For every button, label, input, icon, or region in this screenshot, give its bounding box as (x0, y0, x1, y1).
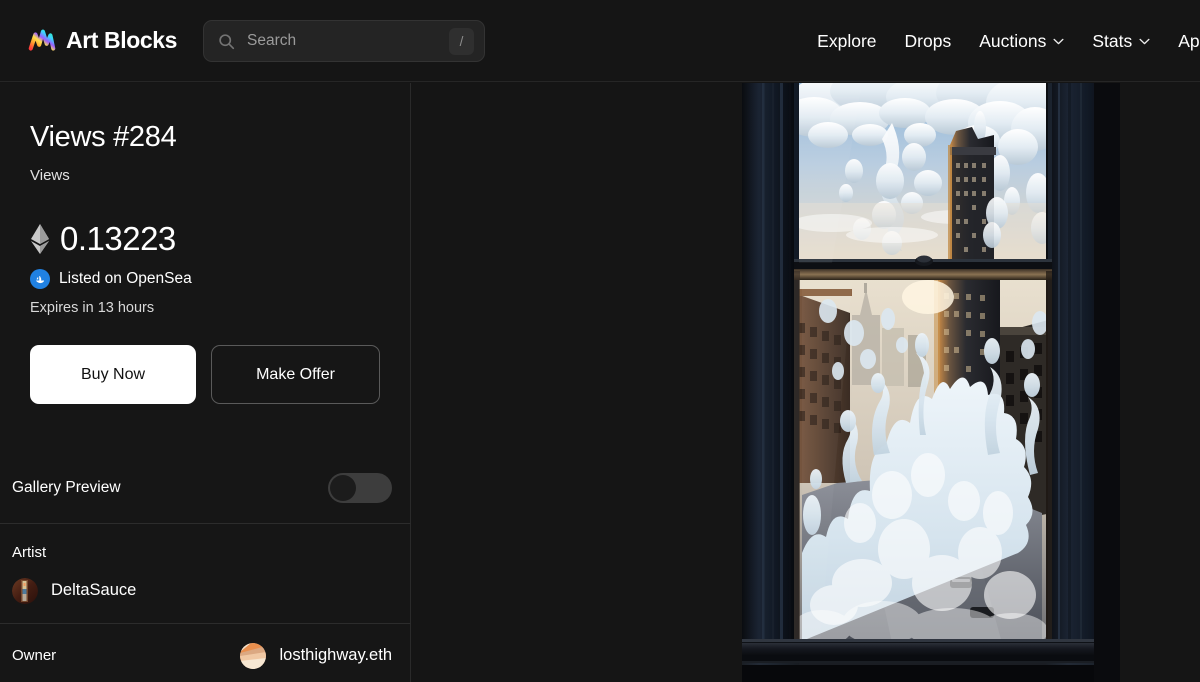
nav-item-drops[interactable]: Drops (905, 31, 952, 52)
nav-item-auctions[interactable]: Auctions (979, 31, 1064, 52)
nav-item-stats[interactable]: Stats (1092, 31, 1150, 52)
brand-logo-link[interactable]: Art Blocks (27, 26, 177, 56)
search-input[interactable] (235, 32, 449, 50)
gallery-preview-label: Gallery Preview (12, 479, 121, 496)
toggle-knob (330, 475, 356, 501)
nav-item-stats-label: Stats (1092, 30, 1133, 51)
artblocks-wave-logo-icon (28, 29, 56, 51)
nav-links: Explore Drops Auctions Stats Apply (817, 0, 1200, 82)
token-summary: Views #284 Views 0.13223 Listed on OpenS… (0, 121, 410, 404)
nav-item-auctions-label: Auctions (979, 30, 1047, 51)
make-offer-button[interactable]: Make Offer (211, 345, 380, 404)
nav-item-apply-label: Apply (1178, 30, 1200, 51)
gallery-preview-row: Gallery Preview (0, 453, 411, 524)
price-value: 0.13223 (60, 220, 176, 257)
buy-now-button[interactable]: Buy Now (30, 345, 197, 404)
chevron-down-icon (1053, 38, 1064, 44)
search-icon (219, 33, 235, 49)
owner-link[interactable]: losthighway.eth (240, 642, 392, 669)
nav-item-explore-label: Explore (817, 30, 877, 51)
artwork-canvas (742, 83, 1120, 682)
page-title: Views #284 (30, 121, 177, 153)
nav-item-apply[interactable]: Apply (1178, 31, 1200, 52)
marketplace-label: Listed on OpenSea (59, 270, 192, 287)
brand-name: Art Blocks (66, 27, 178, 53)
search-shortcut-badge: / (449, 27, 474, 55)
owner-name: losthighway.eth (279, 646, 392, 664)
owner-row: Owner losthighway.eth (0, 624, 411, 682)
nav-item-explore[interactable]: Explore (817, 31, 876, 52)
artist-name: DeltaSauce (51, 581, 137, 599)
search-box[interactable]: / (203, 20, 485, 62)
owner-label: Owner (12, 647, 57, 664)
owner-avatar (240, 642, 267, 669)
artist-label: Artist (12, 543, 47, 561)
artist-link[interactable]: DeltaSauce (12, 577, 137, 604)
artist-row: Artist DeltaSauce (0, 524, 411, 624)
artist-avatar (12, 577, 38, 604)
gallery-preview-toggle[interactable] (328, 473, 392, 503)
action-buttons: Buy Now Make Offer (30, 345, 380, 404)
opensea-icon (30, 269, 50, 289)
collection-name: Views (30, 167, 70, 184)
ethereum-icon (31, 224, 49, 254)
chevron-down-icon (1139, 38, 1150, 44)
listing-expiry: Expires in 13 hours (30, 300, 155, 316)
artwork-stage (412, 83, 1200, 682)
token-details-sidebar: Views #284 Views 0.13223 Listed on OpenS… (0, 83, 411, 682)
page-root: Art Blocks / Explore Drops Auctions (0, 0, 1200, 682)
price-row: 0.13223 (30, 220, 380, 258)
top-navigation-bar: Art Blocks / Explore Drops Auctions (0, 0, 1200, 82)
artwork-image[interactable] (742, 83, 1120, 682)
nav-item-drops-label: Drops (904, 30, 952, 51)
marketplace-listing[interactable]: Listed on OpenSea (30, 269, 380, 289)
